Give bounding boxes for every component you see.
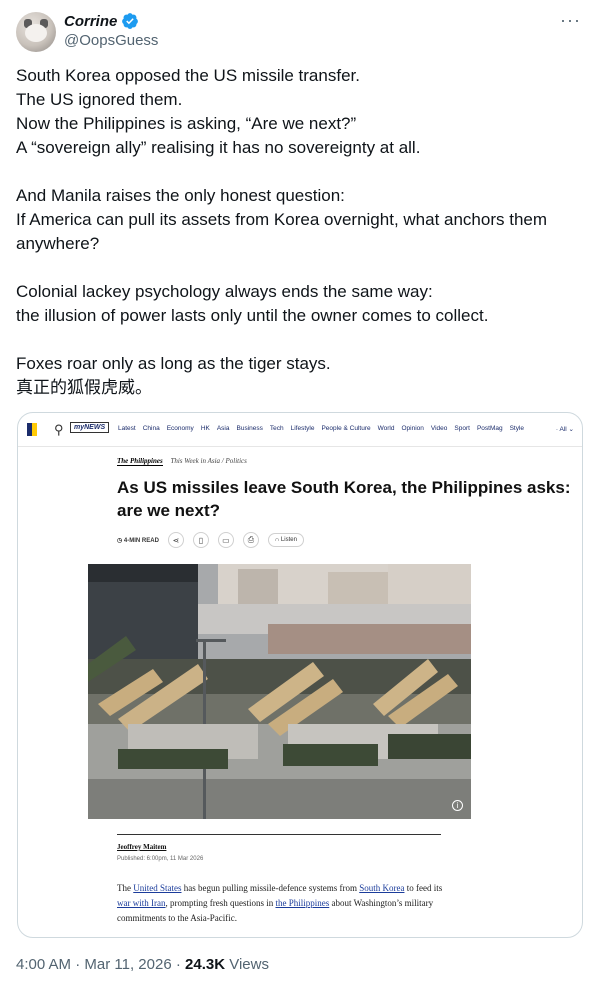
section-sublabel[interactable]: This Week in Asia / Politics (170, 457, 246, 465)
chevron-down-icon: ⌄ (568, 426, 574, 433)
display-name[interactable]: Corrine (64, 13, 117, 30)
tweet-date[interactable]: Mar 11, 2026 (84, 956, 171, 973)
read-time: ◷ 4-MIN READ (117, 537, 159, 544)
article-photo[interactable]: i (88, 564, 471, 819)
nav-item[interactable]: Business (237, 425, 263, 432)
missile-launchers-photo (88, 564, 471, 819)
nav-item[interactable]: Economy (167, 425, 194, 432)
body-text-segment: The (117, 883, 134, 893)
nav-item[interactable]: People & Culture (321, 425, 370, 432)
tweet-line: Foxes roar only as long as the tiger sta… (16, 354, 331, 373)
nav-item[interactable]: China (143, 425, 160, 432)
tweet-text: South Korea opposed the US missile trans… (16, 64, 586, 400)
link-united-states[interactable]: United States (133, 883, 181, 893)
nav-item[interactable]: PostMag (477, 425, 503, 432)
link-war-with-iran[interactable]: war with Iran (117, 898, 165, 908)
views-count: 24.3K (185, 956, 226, 973)
nav-item[interactable]: HK (201, 425, 210, 432)
article-headline[interactable]: As US missiles leave South Korea, the Ph… (117, 476, 577, 522)
section-label[interactable]: The Philippines (117, 457, 163, 466)
scmp-logo (27, 423, 37, 436)
divider (117, 834, 441, 835)
bookmark-icon[interactable]: ▯ (192, 532, 209, 548)
nav-item[interactable]: Asia (217, 425, 230, 432)
tweet-meta: 4:00 AM · Mar 11, 2026 · 24.3K Views (16, 956, 269, 973)
read-time-label: 4-MIN READ (123, 537, 159, 544)
nav-item[interactable]: Tech (270, 425, 284, 432)
mynews-button[interactable]: myNEWS (70, 422, 110, 433)
nav-item[interactable]: Style (510, 425, 524, 432)
separator: · (175, 956, 186, 973)
listen-button[interactable]: ∩ Listen (267, 533, 304, 547)
link-south-korea[interactable]: South Korea (359, 883, 404, 893)
tweet-line: South Korea opposed the US missile trans… (16, 66, 360, 85)
nav-item[interactable]: Sport (454, 425, 470, 432)
body-text-segment: has begun pulling missile-defence system… (181, 883, 360, 893)
listen-label: Listen (280, 537, 297, 543)
tweet-line: Colonial lackey psychology always ends t… (16, 282, 433, 301)
article-card[interactable]: ⚲ myNEWS Latest China Economy HK Asia Bu… (17, 412, 583, 938)
views-label: Views (229, 956, 269, 973)
avatar-face (25, 24, 47, 42)
nav-item[interactable]: Opinion (401, 425, 423, 432)
tweet-line: Now the Philippines is asking, “Are we n… (16, 114, 357, 133)
tweet-line: A “sovereign ally” realising it has no s… (16, 138, 421, 157)
tweet-line: And Manila raises the only honest questi… (16, 186, 345, 205)
comment-icon[interactable]: ▭ (217, 532, 234, 548)
avatar[interactable] (16, 12, 56, 52)
print-icon[interactable]: ⎙ (242, 532, 259, 548)
verified-badge-icon (122, 13, 139, 29)
tweet-line: If America can pull its assets from Kore… (16, 210, 548, 253)
tweet-time[interactable]: 4:00 AM (16, 956, 71, 973)
article-toolbar: ◷ 4-MIN READ ⋖ ▯ ▭ ⎙ ∩ Listen (117, 532, 304, 548)
search-icon[interactable]: ⚲ (54, 422, 64, 438)
nav-item[interactable]: Latest (118, 425, 136, 432)
more-horizontal-icon[interactable]: ··· (560, 10, 581, 31)
tweet-line: the illusion of power lasts only until t… (16, 306, 489, 325)
handle[interactable]: @OopsGuess (64, 32, 158, 49)
nav-item[interactable]: Video (431, 425, 448, 432)
nav-item[interactable]: Lifestyle (291, 425, 315, 432)
tweet-line: The US ignored them. (16, 90, 183, 109)
separator: · (75, 956, 85, 973)
author-name-row[interactable]: Corrine (64, 12, 139, 30)
article-author[interactable]: Jeoffrey Maitem (117, 843, 166, 851)
link-the-philippines[interactable]: the Philippines (275, 898, 329, 908)
article-section: The Philippines This Week in Asia / Poli… (117, 457, 247, 466)
article-body: The United States has begun pulling miss… (117, 881, 447, 926)
article-nav-bar: ⚲ myNEWS Latest China Economy HK Asia Bu… (18, 413, 582, 447)
nav-item[interactable]: World (378, 425, 395, 432)
published-date: Published: 6:00pm, 11 Mar 2026 (117, 856, 204, 862)
nav-all-dropdown[interactable]: · All ⌄ (556, 425, 574, 433)
tweet-line: 真正的狐假虎威。 (16, 378, 152, 397)
body-text-segment: to feed its (404, 883, 443, 893)
share-icon[interactable]: ⋖ (167, 532, 184, 548)
info-icon[interactable]: i (452, 800, 463, 811)
body-text-segment: , prompting fresh questions in (165, 898, 276, 908)
nav-all-label: All (559, 426, 567, 433)
nav-items: Latest China Economy HK Asia Business Te… (118, 425, 524, 432)
headphones-icon: ∩ (274, 537, 280, 543)
clock-icon: ◷ (117, 537, 123, 544)
